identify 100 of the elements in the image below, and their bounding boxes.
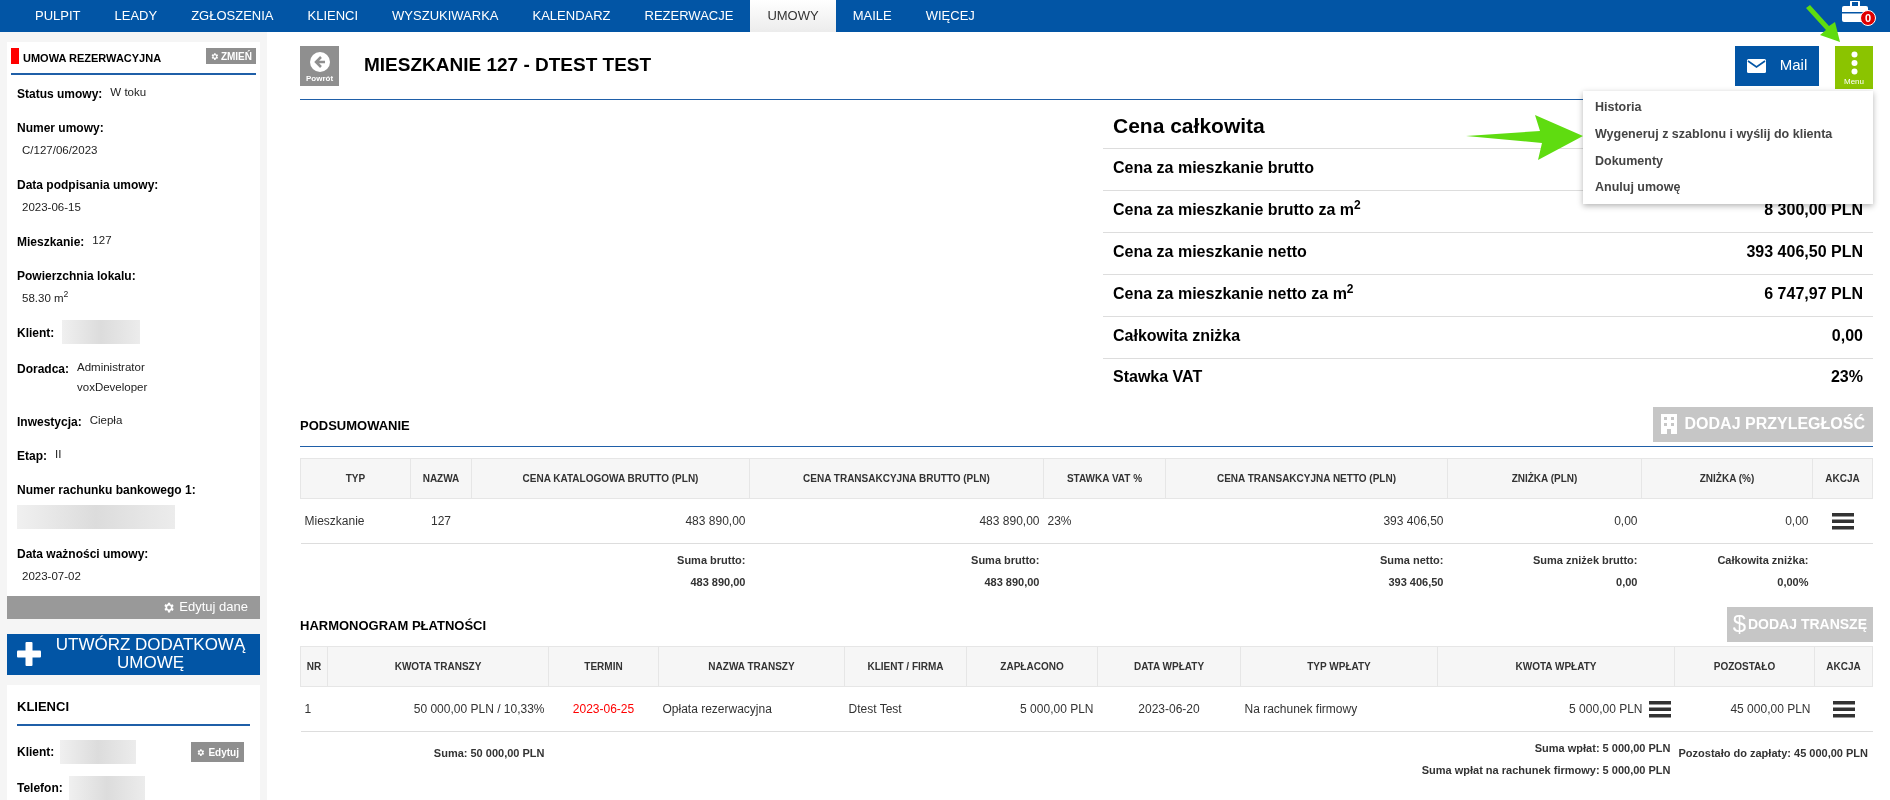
price-value: 23% <box>1830 366 1863 387</box>
nav-tab[interactable]: KLIENCI <box>290 0 376 32</box>
column-header: ZNIŻKA (%) <box>1641 458 1813 498</box>
field-label: Telefon: <box>17 780 63 797</box>
nav-tab[interactable]: WIĘCEJ <box>908 0 992 32</box>
field-value: 127 <box>92 232 112 248</box>
total-text: Suma: 50 000,00 PLN <box>433 746 545 759</box>
total-text: Pozostało do zapłaty: 45 000,00 PLN <box>1678 746 1868 759</box>
price-label: Stawka VAT <box>1113 366 1203 387</box>
building-icon <box>1660 414 1677 434</box>
status-marker <box>11 48 19 65</box>
annotation-arrow <box>1806 5 1840 42</box>
menu-icon[interactable] <box>1648 699 1671 718</box>
menu-item[interactable]: Dokumenty <box>1583 147 1873 175</box>
column-header: NAZWA <box>410 458 472 498</box>
table-cell: Dtest Test <box>844 686 967 731</box>
column-header: AKCJA <box>1812 458 1873 498</box>
nav-tab[interactable]: KALENDARZ <box>515 0 628 32</box>
price-value: 393 406,50 PLN <box>1746 241 1863 262</box>
mail-button[interactable]: Mail <box>1735 45 1819 86</box>
price-value: 0,00 <box>1831 325 1863 346</box>
table-cell: Mieszkanie <box>300 498 411 543</box>
nav-tab[interactable]: ZGŁOSZENIA <box>174 0 291 32</box>
notification-badge: 0 <box>1860 10 1876 26</box>
table-cell: 127 <box>410 498 472 543</box>
total-value: 483 890,00 <box>983 575 1040 590</box>
total-label: Suma brutto: <box>970 552 1040 568</box>
total-label: Suma netto: <box>1378 552 1444 568</box>
field-value: Ciepła <box>89 412 123 428</box>
field-value: C/127/06/2023 <box>21 142 99 158</box>
field-value: W toku <box>110 84 147 100</box>
nav-tab[interactable]: PULPIT <box>18 0 98 32</box>
table-cell: 1 <box>300 686 328 731</box>
table-cell: 483 890,00 <box>749 498 1044 543</box>
dollar-sign: $ <box>1732 609 1746 639</box>
total-label: Suma zniżek brutto: <box>1532 552 1638 568</box>
gear-icon <box>209 51 219 61</box>
field-label: Data ważności umowy: <box>17 545 150 563</box>
total-value: 483 890,00 <box>689 575 746 590</box>
table-cell: Opłata rezerwacyjna <box>658 686 845 731</box>
price-label: Cena za mieszkanie brutto za m$^{2}$ <box>1113 197 1361 220</box>
menu-icon[interactable] <box>1832 700 1855 719</box>
field-value: Administrator voxDeveloper <box>77 359 148 395</box>
field-value: 2023-06-15 <box>21 199 82 215</box>
table-cell: 23% <box>1043 498 1166 543</box>
column-header: KLIENT / FIRMA <box>844 646 967 686</box>
total-label: Suma brutto: <box>676 552 746 568</box>
nav-tab[interactable]: REZERWACJE <box>627 0 751 32</box>
table-cell: 2023-06-25 <box>548 686 659 731</box>
column-header: CENA TRANSAKCYJNA BRUTTO (PLN) <box>749 458 1044 498</box>
field-label: Doradca: <box>17 360 69 378</box>
nav-tab[interactable]: LEADY <box>97 0 175 32</box>
table-cell-text: 5 000,00 PLN <box>1569 700 1643 718</box>
plus-icon <box>17 642 41 667</box>
section-title: HARMONOGRAM PŁATNOŚCI <box>300 617 487 635</box>
field-label: Inwestycja: <box>17 413 82 431</box>
more-icon <box>1850 50 1858 75</box>
price-label: Całkowita zniżka <box>1113 325 1241 346</box>
field-label: Powierzchnia lokalu: <box>17 267 137 285</box>
column-header: KWOTA TRANSZY <box>327 646 549 686</box>
table-cell: 45 000,00 PLN <box>1674 686 1815 731</box>
table-cell: 483 890,00 <box>471 498 750 543</box>
gear-icon <box>196 747 206 757</box>
page-title: MIESZKANIE 127 - DTEST TEST <box>364 53 652 78</box>
price-label: Cena za mieszkanie brutto <box>1113 157 1314 178</box>
column-header: NAZWA TRANSZY <box>658 646 845 686</box>
column-header: AKCJA <box>1814 646 1873 686</box>
price-label: Cena za mieszkanie netto za m$^{2}$ <box>1113 281 1354 304</box>
field-label: Etap: <box>17 447 47 465</box>
gear-icon <box>162 600 176 614</box>
price-value: 6 747,97 PLN <box>1764 283 1863 304</box>
card-title: UMOWA REZERWACYJNA <box>23 51 162 66</box>
total-text: Suma wpłat: 5 000,00 PLN <box>1534 740 1671 756</box>
section-title: PODSUMOWANIE <box>300 417 410 435</box>
column-header: STAWKA VAT % <box>1043 458 1166 498</box>
nav-tab[interactable]: MAILE <box>835 0 909 32</box>
total-value: 0,00 <box>1615 575 1638 590</box>
table-cell: 5 000,00 PLN <box>966 686 1098 731</box>
column-header: TYP <box>300 458 411 498</box>
menu-item[interactable]: Anuluj umowę <box>1583 174 1873 201</box>
field-label: Status umowy: <box>17 85 103 103</box>
table-cell: 393 406,50 <box>1165 498 1448 543</box>
create-contract-button[interactable]: UTWÓRZ DODATKOWĄ UMOWĘ <box>7 633 260 675</box>
column-header: TERMIN <box>548 646 659 686</box>
nav-tab[interactable]: WYSZUKIWARKA <box>375 0 516 32</box>
field-label: Klient: <box>17 744 55 761</box>
card-title: KLIENCI <box>17 696 250 726</box>
table-cell: 0,00 <box>1447 498 1642 543</box>
field-value: II <box>55 446 62 462</box>
table-cell: Na rachunek firmowy <box>1240 686 1438 731</box>
nav-tab[interactable]: UMOWY <box>750 0 836 32</box>
table-cell: 50 000,00 PLN / 10,33% <box>327 686 549 731</box>
column-header: NR <box>300 646 328 686</box>
table-cell: 2023-06-20 <box>1097 686 1241 731</box>
total-value: 0,00% <box>1776 575 1809 590</box>
table-cell: 0,00 <box>1641 498 1813 543</box>
column-header: ZNIŻKA (PLN) <box>1447 458 1642 498</box>
menu-item[interactable]: Wygeneruj z szablonu i wyślij do klienta <box>1583 120 1873 148</box>
total-label: Całkowita zniżka: <box>1716 552 1809 568</box>
menu-icon[interactable] <box>1831 512 1854 531</box>
